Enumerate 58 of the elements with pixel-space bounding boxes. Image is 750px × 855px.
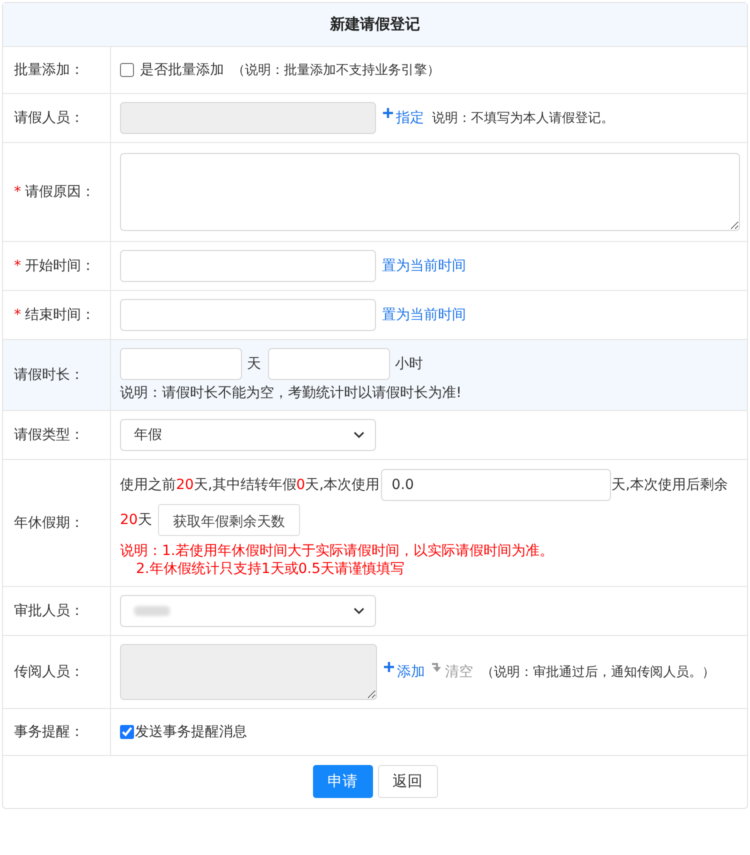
person-field[interactable]: [120, 102, 376, 134]
required-mark: *: [14, 307, 21, 323]
annual-text: 天: [138, 512, 152, 528]
checkbox[interactable]: [120, 63, 134, 77]
checkbox-label[interactable]: 是否批量添加: [140, 61, 224, 79]
recipients-field[interactable]: [120, 644, 377, 700]
chevron-icon: [353, 607, 365, 615]
note-text: （说明：批量添加不支持业务引擎）: [232, 62, 440, 79]
checkbox-label[interactable]: 发送事务提醒消息: [135, 723, 247, 741]
time-field[interactable]: [120, 299, 376, 331]
plus-icon: [383, 661, 395, 673]
submit-button[interactable]: 申请: [312, 765, 372, 798]
field-label: 结束时间：: [25, 306, 95, 324]
chevron-icon: [353, 431, 365, 439]
annual-text: 天,本次使用: [612, 477, 686, 493]
duration-field[interactable]: [120, 348, 242, 380]
annual-text: 20: [120, 512, 138, 528]
turn-arrow-icon: [431, 661, 443, 673]
checkbox[interactable]: [120, 725, 134, 739]
unit-label: 小时: [395, 355, 423, 373]
field-label: 请假时长：: [14, 366, 84, 384]
set-now-link[interactable]: 置为当前时间: [382, 257, 466, 275]
assign-link[interactable]: 指定: [382, 109, 424, 127]
annual-text: 20: [176, 477, 194, 493]
form-title: 新建请假登记: [3, 3, 747, 47]
annual-text: 后剩余: [686, 477, 728, 493]
note-text: 2.年休假统计只支持1天或0.5天请谨慎填写: [135, 560, 406, 578]
get-remaining-button[interactable]: 获取年假剩余天数: [158, 504, 300, 536]
field-label: 请假原因：: [25, 183, 95, 201]
set-now-link[interactable]: 置为当前时间: [382, 306, 466, 324]
field-label: 年休假期：: [14, 514, 84, 532]
dropdown[interactable]: 年假: [120, 419, 376, 451]
field-label: 传阅人员：: [14, 663, 84, 681]
plus-icon: [382, 107, 394, 119]
days-used-field[interactable]: 0.0: [380, 469, 611, 502]
note-text: 说明：请假时长不能为空，考勤统计时以请假时长为准!: [120, 384, 463, 402]
annual-text: 0: [296, 477, 306, 493]
field-label: 开始时间：: [25, 257, 95, 275]
field-label: 事务提醒：: [14, 723, 84, 741]
required-mark: *: [14, 184, 21, 200]
field-label: 审批人员：: [14, 602, 84, 620]
field-label: 请假类型：: [14, 426, 84, 444]
note-text: 说明：不填写为本人请假登记。: [432, 110, 614, 127]
add-link[interactable]: 添加: [383, 663, 425, 681]
time-field[interactable]: [120, 250, 376, 282]
unit-label: 天: [247, 355, 261, 373]
dropdown[interactable]: [120, 595, 376, 627]
field-label: 批量添加：: [14, 61, 84, 79]
note-text: 说明：1.若使用年休假时间大于实际请假时间，以实际请假时间为准。: [120, 542, 554, 560]
field-label: 请假人员：: [14, 109, 84, 127]
back-button[interactable]: 返回: [378, 765, 438, 798]
annual-text: 使用之前: [120, 477, 176, 493]
annual-text: 天,本次使用: [305, 477, 380, 493]
note-text: （说明：审批通过后，通知传阅人员。）: [481, 664, 715, 681]
duration-field[interactable]: [268, 348, 390, 380]
required-mark: *: [14, 258, 21, 274]
annual-text: 天,其中结转年假: [194, 477, 296, 493]
reason-field[interactable]: [120, 153, 740, 231]
